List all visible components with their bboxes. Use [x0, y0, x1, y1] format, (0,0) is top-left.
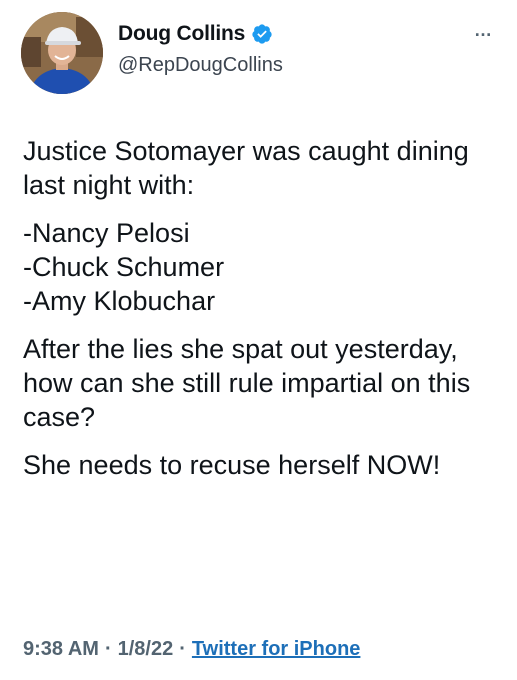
tweet-time[interactable]: 9:38 AM — [23, 638, 99, 661]
tweet-paragraph-1: Justice Sotomayer was caught dining last… — [23, 136, 469, 200]
tweet-paragraph-2: After the lies she spat out yesterday, h… — [23, 334, 471, 432]
tweet-source-link[interactable]: Twitter for iPhone — [192, 638, 361, 661]
author-handle[interactable]: @RepDougCollins — [118, 54, 283, 77]
tweet-list: -Nancy Pelosi -Chuck Schumer -Amy Klobuc… — [23, 216, 503, 318]
verified-badge-icon — [251, 23, 273, 45]
profile-photo — [21, 12, 103, 94]
separator: · — [179, 638, 186, 660]
separator: · — [104, 638, 112, 660]
avatar[interactable] — [21, 12, 103, 94]
author-display-name[interactable]: Doug Collins — [118, 22, 245, 46]
tweet-text: Justice Sotomayer was caught dining last… — [23, 134, 503, 496]
list-item: -Chuck Schumer — [23, 252, 225, 282]
tweet-paragraph-3: She needs to recuse herself NOW! — [23, 450, 441, 480]
list-item: -Nancy Pelosi — [23, 218, 190, 248]
author-name-row: Doug Collins — [118, 22, 273, 46]
tweet-date[interactable]: 1/8/22 — [118, 638, 174, 661]
tweet-card: Doug Collins @RepDougCollins … Justice S… — [0, 0, 517, 680]
list-item: -Amy Klobuchar — [23, 286, 216, 316]
tweet-metadata: 9:38 AM · 1/8/22 · Twitter for iPhone — [23, 638, 360, 661]
more-options-icon[interactable]: … — [474, 20, 493, 41]
